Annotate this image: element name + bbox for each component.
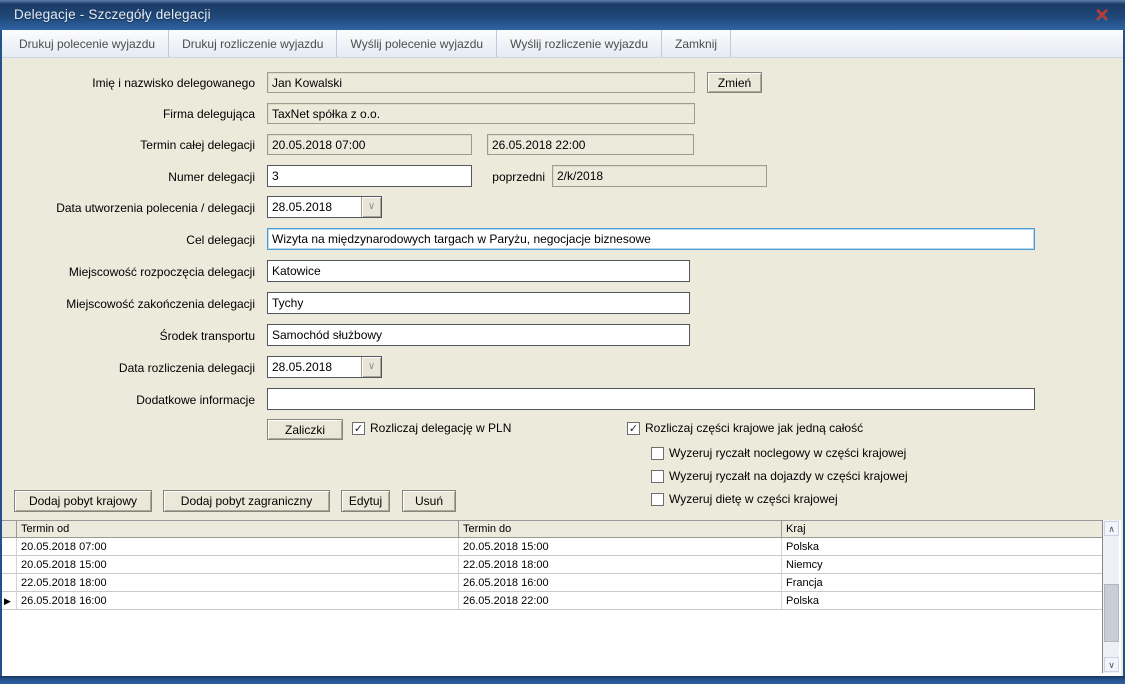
purpose-label: Cel delegacji bbox=[5, 233, 255, 247]
term-to-field: 26.05.2018 22:00 bbox=[487, 134, 694, 155]
creation-date-select[interactable]: 28.05.2018 ∨ bbox=[267, 196, 382, 218]
cell-to: 26.05.2018 22:00 bbox=[458, 592, 781, 610]
company-label: Firma delegująca bbox=[5, 107, 255, 121]
purpose-input[interactable]: Wizyta na międzynarodowych targach w Par… bbox=[267, 228, 1035, 250]
titlebar: Delegacje - Szczegóły delegacji ✕ bbox=[0, 0, 1125, 30]
scroll-up-icon[interactable]: ∧ bbox=[1104, 521, 1119, 536]
row-marker-icon bbox=[2, 538, 16, 556]
table-row[interactable]: ▶ 26.05.2018 16:00 26.05.2018 22:00 Pols… bbox=[2, 592, 1102, 610]
start-city-label: Miejscowość rozpoczęcia delegacji bbox=[5, 265, 255, 279]
table-scrollbar[interactable]: ∧ ∨ bbox=[1102, 520, 1119, 673]
table-header: Termin od Termin do Kraj bbox=[2, 520, 1102, 538]
settlement-date-label: Data rozliczenia delegacji bbox=[5, 361, 255, 375]
checkbox-domestic-as-whole[interactable]: ✓ Rozliczaj części krajowe jak jedną cał… bbox=[627, 421, 863, 435]
scrollbar-thumb[interactable] bbox=[1104, 584, 1119, 642]
checkbox-icon: ✓ bbox=[352, 422, 365, 435]
toolbar-print-settlement-button[interactable]: Drukuj rozliczenie wyjazdu bbox=[169, 30, 337, 57]
cell-country: Polska bbox=[781, 592, 1102, 610]
advances-button[interactable]: Zaliczki bbox=[267, 419, 343, 440]
delegate-name-field: Jan Kowalski bbox=[267, 72, 695, 93]
change-button[interactable]: Zmień bbox=[707, 72, 762, 93]
delegation-details-window: Delegacje - Szczegóły delegacji ✕ Drukuj… bbox=[0, 0, 1125, 684]
transport-input[interactable]: Samochód służbowy bbox=[267, 324, 690, 346]
chevron-down-icon[interactable]: ∨ bbox=[361, 197, 381, 217]
checkbox-icon bbox=[651, 493, 664, 506]
row-marker-icon: ▶ bbox=[2, 592, 16, 610]
cell-from: 20.05.2018 15:00 bbox=[16, 556, 458, 574]
edit-stay-button[interactable]: Edytuj bbox=[341, 490, 390, 512]
creation-date-value: 28.05.2018 bbox=[272, 200, 332, 214]
checkbox-zero-diet[interactable]: Wyzeruj dietę w części krajowej bbox=[651, 492, 838, 506]
checkbox-label: Wyzeruj dietę w części krajowej bbox=[669, 492, 838, 506]
delete-stay-button[interactable]: Usuń bbox=[402, 490, 456, 512]
stays-table: Termin od Termin do Kraj 20.05.2018 07:0… bbox=[2, 520, 1121, 676]
toolbar: Drukuj polecenie wyjazdu Drukuj rozlicze… bbox=[2, 30, 1123, 58]
column-header-from[interactable]: Termin od bbox=[16, 521, 458, 538]
row-marker-icon bbox=[2, 574, 16, 592]
additional-info-input[interactable] bbox=[267, 388, 1035, 410]
checkbox-icon bbox=[651, 470, 664, 483]
checkbox-settle-in-pln[interactable]: ✓ Rozliczaj delegację w PLN bbox=[352, 421, 511, 435]
previous-number-field: 2/k/2018 bbox=[552, 165, 767, 187]
checkbox-label: Rozliczaj części krajowe jak jedną całoś… bbox=[645, 421, 863, 435]
column-header-to[interactable]: Termin do bbox=[458, 521, 781, 538]
toolbar-send-order-button[interactable]: Wyślij polecenie wyjazdu bbox=[337, 30, 497, 57]
end-city-input[interactable]: Tychy bbox=[267, 292, 690, 314]
checkbox-zero-lodging-allowance[interactable]: Wyzeruj ryczałt noclegowy w części krajo… bbox=[651, 446, 906, 460]
cell-country: Niemcy bbox=[781, 556, 1102, 574]
company-field: TaxNet spółka z o.o. bbox=[267, 103, 695, 124]
checkbox-zero-commute-allowance[interactable]: Wyzeruj ryczałt na dojazdy w części kraj… bbox=[651, 469, 908, 483]
settlement-date-select[interactable]: 28.05.2018 ∨ bbox=[267, 356, 382, 378]
checkbox-label: Wyzeruj ryczałt noclegowy w części krajo… bbox=[669, 446, 906, 460]
add-foreign-stay-button[interactable]: Dodaj pobyt zagraniczny bbox=[163, 490, 330, 512]
table-row[interactable]: 20.05.2018 07:00 20.05.2018 15:00 Polska bbox=[2, 538, 1102, 556]
term-label: Termin całej delegacji bbox=[5, 138, 255, 152]
row-marker-icon bbox=[2, 556, 16, 574]
toolbar-print-order-button[interactable]: Drukuj polecenie wyjazdu bbox=[6, 30, 169, 57]
term-from-field: 20.05.2018 07:00 bbox=[267, 134, 472, 155]
scroll-down-icon[interactable]: ∨ bbox=[1104, 657, 1119, 672]
creation-date-label: Data utworzenia polecenia / delegacji bbox=[5, 201, 255, 215]
additional-info-label: Dodatkowe informacje bbox=[5, 393, 255, 407]
checkbox-icon: ✓ bbox=[627, 422, 640, 435]
window-title: Delegacje - Szczegóły delegacji bbox=[14, 7, 211, 22]
cell-to: 26.05.2018 16:00 bbox=[458, 574, 781, 592]
cell-from: 22.05.2018 18:00 bbox=[16, 574, 458, 592]
table-row[interactable]: 22.05.2018 18:00 26.05.2018 16:00 Francj… bbox=[2, 574, 1102, 592]
cell-to: 22.05.2018 18:00 bbox=[458, 556, 781, 574]
column-header-country[interactable]: Kraj bbox=[781, 521, 1102, 538]
checkbox-icon bbox=[651, 447, 664, 460]
transport-label: Środek transportu bbox=[5, 329, 255, 343]
toolbar-close-button[interactable]: Zamknij bbox=[662, 30, 731, 57]
close-icon[interactable]: ✕ bbox=[1091, 4, 1113, 26]
end-city-label: Miejscowość zakończenia delegacji bbox=[5, 297, 255, 311]
table-row[interactable]: 20.05.2018 15:00 22.05.2018 18:00 Niemcy bbox=[2, 556, 1102, 574]
cell-to: 20.05.2018 15:00 bbox=[458, 538, 781, 556]
cell-from: 20.05.2018 07:00 bbox=[16, 538, 458, 556]
delegate-name-label: Imię i nazwisko delegowanego bbox=[5, 76, 255, 90]
cell-country: Polska bbox=[781, 538, 1102, 556]
cell-country: Francja bbox=[781, 574, 1102, 592]
number-label: Numer delegacji bbox=[5, 170, 255, 184]
toolbar-send-settlement-button[interactable]: Wyślij rozliczenie wyjazdu bbox=[497, 30, 662, 57]
window-border-bottom bbox=[0, 676, 1125, 684]
chevron-down-icon[interactable]: ∨ bbox=[361, 357, 381, 377]
row-selector-header bbox=[2, 521, 16, 538]
add-domestic-stay-button[interactable]: Dodaj pobyt krajowy bbox=[14, 490, 152, 512]
checkbox-label: Rozliczaj delegację w PLN bbox=[370, 421, 511, 435]
previous-number-label: poprzedni bbox=[300, 170, 545, 184]
window-border-left bbox=[0, 30, 2, 676]
cell-from: 26.05.2018 16:00 bbox=[16, 592, 458, 610]
settlement-date-value: 28.05.2018 bbox=[272, 360, 332, 374]
checkbox-label: Wyzeruj ryczałt na dojazdy w części kraj… bbox=[669, 469, 908, 483]
start-city-input[interactable]: Katowice bbox=[267, 260, 690, 282]
